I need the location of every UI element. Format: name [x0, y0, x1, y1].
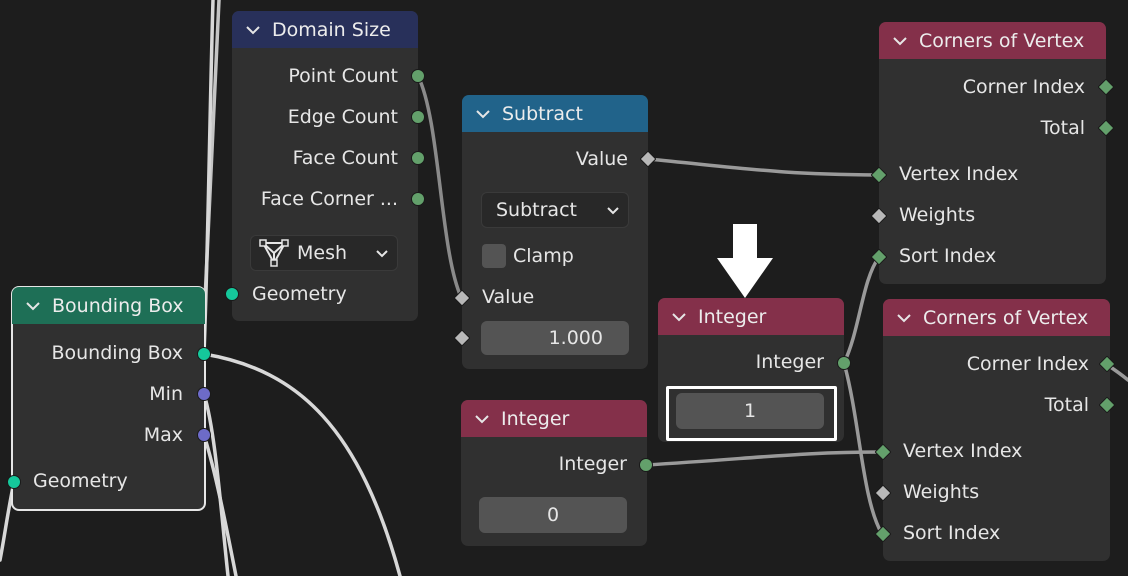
chevron-down-icon[interactable]: [474, 105, 492, 123]
subtract-header[interactable]: Subtract: [462, 95, 648, 132]
input-weights: Weights: [899, 204, 976, 226]
bounding-box-header[interactable]: Bounding Box: [12, 287, 205, 324]
domain-dropdown[interactable]: Mesh: [250, 235, 398, 271]
bounding-box-node[interactable]: Bounding Box Bounding Box Min Max Geomet…: [11, 286, 206, 511]
input-value-a: Value: [482, 286, 535, 308]
socket-geometry-input[interactable]: [225, 287, 239, 301]
operation-value: Subtract: [496, 199, 577, 221]
input-vertex-index: Vertex Index: [899, 163, 1019, 185]
arrow-down-icon: [717, 224, 773, 298]
clamp-label: Clamp: [513, 245, 574, 267]
chevron-down-icon[interactable]: [24, 297, 42, 315]
domain-value: Mesh: [297, 242, 348, 264]
output-total: Total: [1044, 394, 1089, 416]
output-min: Min: [149, 383, 183, 405]
corners-top-header[interactable]: Corners of Vertex: [879, 22, 1106, 59]
chevron-down-icon[interactable]: [895, 309, 913, 327]
node-title: Domain Size: [272, 18, 391, 41]
input-vertex-index: Vertex Index: [903, 440, 1023, 462]
socket-edge-count[interactable]: [411, 110, 425, 124]
node-title: Integer: [501, 407, 570, 430]
socket-integer-zero-output[interactable]: [639, 458, 653, 472]
corners-of-vertex-node-bottom[interactable]: Corners of Vertex Corner Index Total Ver…: [883, 299, 1110, 561]
integer-value: 0: [546, 504, 560, 526]
node-title: Corners of Vertex: [919, 29, 1085, 52]
input-value-b-field[interactable]: 1.000: [481, 321, 629, 355]
socket-integer-output[interactable]: [837, 356, 851, 370]
integer-node-zero[interactable]: Integer Integer 0: [461, 400, 647, 546]
integer-header[interactable]: Integer: [658, 298, 844, 335]
output-integer: Integer: [558, 453, 627, 475]
output-total: Total: [1040, 117, 1085, 139]
domain-size-header[interactable]: Domain Size: [232, 11, 418, 48]
link-zero-vertexindex: [644, 450, 884, 467]
output-integer: Integer: [755, 351, 824, 373]
chevron-down-icon[interactable]: [891, 32, 909, 50]
output-corner-index: Corner Index: [962, 76, 1085, 98]
output-face-count: Face Count: [292, 147, 398, 169]
chevron-down-icon[interactable]: [670, 308, 688, 326]
socket-bounding-box-output[interactable]: [197, 347, 211, 361]
input-sort-index: Sort Index: [903, 522, 1001, 544]
socket-min-output[interactable]: [197, 387, 211, 401]
chevron-down-icon[interactable]: [244, 21, 262, 39]
input-sort-index: Sort Index: [899, 245, 997, 267]
integer-zero-value-field[interactable]: 0: [479, 497, 627, 533]
domain-size-node[interactable]: Domain Size Point Count Edge Count Face …: [232, 11, 418, 321]
link-bbox-down: [202, 352, 402, 576]
mesh-icon: [259, 239, 289, 267]
integer-zero-header[interactable]: Integer: [461, 400, 647, 437]
chevron-down-icon: [607, 207, 619, 215]
link-value-vertexindex: [646, 157, 881, 177]
node-title: Subtract: [502, 102, 583, 125]
output-bounding-box: Bounding Box: [51, 342, 183, 364]
chevron-down-icon[interactable]: [473, 410, 491, 428]
chevron-down-icon: [376, 250, 388, 258]
operation-dropdown[interactable]: Subtract: [481, 192, 629, 228]
output-point-count: Point Count: [288, 65, 398, 87]
socket-point-count[interactable]: [411, 69, 425, 83]
socket-max-output[interactable]: [197, 428, 211, 442]
subtract-node[interactable]: Subtract Value Subtract Clamp Value 1.00…: [462, 95, 648, 369]
socket-face-corner-count[interactable]: [411, 192, 425, 206]
socket-face-count[interactable]: [411, 151, 425, 165]
socket-geometry-input-bbox[interactable]: [7, 475, 21, 489]
node-title: Integer: [698, 305, 767, 328]
link-pointcount-value: [416, 74, 463, 299]
highlight-box: [666, 386, 837, 441]
node-title: Corners of Vertex: [923, 306, 1089, 329]
output-edge-count: Edge Count: [287, 106, 398, 128]
output-corner-index: Corner Index: [966, 353, 1089, 375]
output-face-corner-count: Face Corner ...: [260, 188, 398, 210]
input-weights: Weights: [903, 481, 980, 503]
corners-of-vertex-node-top[interactable]: Corners of Vertex Corner Index Total Ver…: [879, 22, 1106, 284]
clamp-checkbox[interactable]: [482, 244, 506, 268]
value-b: 1.000: [548, 327, 603, 349]
link-integer-sortindex: [842, 255, 881, 365]
output-value: Value: [575, 148, 628, 170]
corners-bottom-header[interactable]: Corners of Vertex: [883, 299, 1110, 336]
output-max: Max: [143, 424, 183, 446]
input-geometry: Geometry: [33, 470, 128, 492]
link-max-down: [202, 433, 238, 576]
node-title: Bounding Box: [52, 294, 184, 317]
input-geometry: Geometry: [252, 283, 347, 305]
